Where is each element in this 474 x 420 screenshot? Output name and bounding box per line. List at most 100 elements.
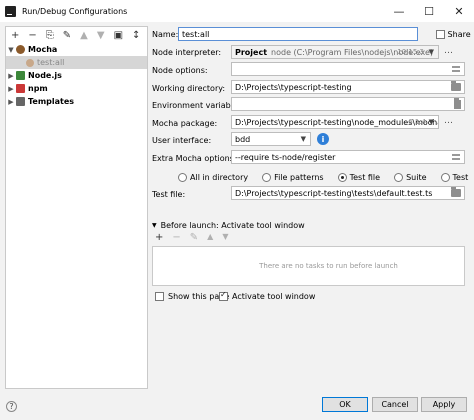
- folder-icon[interactable]: ▣: [114, 30, 123, 41]
- nodejs-icon: [16, 71, 25, 80]
- radio-circle[interactable]: [337, 173, 347, 182]
- tree-item-label: npm: [28, 84, 48, 93]
- before-launch-task-list[interactable]: There are no tasks to run before launch: [152, 246, 465, 286]
- name-label: Name:: [152, 30, 179, 39]
- tree-item-nodejs[interactable]: ▶ Node.js: [6, 69, 147, 82]
- test-file-label: Test file:: [152, 190, 186, 199]
- tree-toolbar: + − ⎘ ✎ ▲ ▼ ▣ ↕: [6, 27, 147, 43]
- user-interface-select[interactable]: bdd ▼: [231, 132, 311, 146]
- radio-test-file[interactable]: Test file: [337, 173, 380, 182]
- working-directory-value: D:\Projects\typescript-testing: [235, 82, 352, 92]
- wrench-icon[interactable]: ✎: [63, 30, 71, 41]
- before-launch-toolbar: + − ✎ ▲ ▼: [155, 232, 228, 243]
- mocha-package-select[interactable]: D:\Projects\typescript-testing\node_modu…: [231, 115, 439, 129]
- title-bar: Run/Debug Configurations — ☐ ✕: [0, 0, 474, 22]
- maximize-button[interactable]: ☐: [414, 0, 444, 22]
- node-interpreter-label: Node interpreter:: [152, 48, 222, 57]
- chevron-down-icon: ▼: [300, 135, 306, 143]
- expand-icon[interactable]: [452, 154, 460, 160]
- activate-tool-window-label: Activate tool window: [232, 292, 316, 301]
- name-input[interactable]: test:all: [178, 27, 418, 41]
- tree-item-templates[interactable]: ▶ Templates: [6, 95, 147, 108]
- chevron-down-icon[interactable]: ▼: [6, 46, 16, 54]
- add-task-icon[interactable]: +: [155, 232, 163, 243]
- cancel-button[interactable]: Cancel: [372, 397, 418, 412]
- edit-task-icon[interactable]: ✎: [190, 232, 198, 243]
- tree-item-testall[interactable]: test:all: [6, 56, 147, 69]
- chevron-down-icon: ▼: [428, 48, 434, 56]
- close-button[interactable]: ✕: [444, 0, 474, 22]
- user-interface-value: bdd: [235, 134, 251, 144]
- extra-mocha-options-label: Extra Mocha options:: [152, 154, 237, 163]
- edit-env-icon[interactable]: [454, 98, 461, 109]
- add-icon[interactable]: +: [11, 30, 19, 41]
- radio-circle[interactable]: [178, 173, 187, 182]
- extra-mocha-options-value: --require ts-node/register: [235, 152, 336, 162]
- chevron-right-icon[interactable]: ▶: [6, 85, 16, 93]
- working-directory-input[interactable]: D:\Projects\typescript-testing: [231, 80, 465, 94]
- test-config-icon: [26, 58, 34, 67]
- radio-circle[interactable]: [262, 173, 272, 182]
- tree-item-label: Mocha: [28, 45, 58, 54]
- share-checkbox[interactable]: [436, 30, 445, 39]
- move-up-icon[interactable]: ▲: [80, 30, 88, 41]
- copy-icon[interactable]: ⎘: [46, 30, 54, 41]
- share-label: Share: [447, 30, 471, 39]
- radio-suite[interactable]: Suite: [394, 173, 427, 182]
- radio-label: File patterns: [274, 173, 324, 182]
- interpreter-project-label: Project: [235, 47, 268, 57]
- extra-mocha-options-input[interactable]: --require ts-node/register: [231, 150, 465, 164]
- sort-icon[interactable]: ↕: [132, 30, 140, 41]
- test-file-input[interactable]: D:\Projects\typescript-testing\tests\def…: [231, 186, 465, 200]
- working-directory-label: Working directory:: [152, 84, 226, 93]
- more-options-icon[interactable]: …: [444, 46, 453, 56]
- window-title: Run/Debug Configurations: [22, 6, 128, 16]
- tree-item-label: Templates: [28, 97, 75, 106]
- mocha-package-version: 6.1.4: [408, 118, 426, 126]
- radio-label: Suite: [406, 173, 427, 182]
- tree-item-mocha[interactable]: ▼ Mocha: [6, 43, 147, 56]
- tree-item-label: Node.js: [28, 71, 62, 80]
- move-down-icon[interactable]: ▼: [222, 232, 228, 243]
- radio-test[interactable]: Test: [440, 173, 469, 182]
- help-button[interactable]: ?: [6, 401, 17, 412]
- mocha-icon: [16, 45, 25, 54]
- remove-task-icon[interactable]: −: [172, 232, 180, 243]
- before-launch-header[interactable]: ▼ Before launch: Activate tool window: [152, 221, 305, 230]
- chevron-down-icon: ▼: [428, 118, 434, 126]
- move-down-icon[interactable]: ▼: [97, 30, 105, 41]
- folder-icon[interactable]: [451, 187, 461, 197]
- user-interface-label: User interface:: [152, 136, 212, 145]
- before-launch-label: Before launch: Activate tool window: [160, 221, 305, 230]
- ok-button[interactable]: OK: [322, 397, 368, 412]
- remove-icon[interactable]: −: [28, 30, 36, 41]
- radio-label: Test: [452, 173, 469, 182]
- app-icon: [5, 5, 16, 17]
- tree-item-label: test:all: [37, 58, 65, 67]
- chevron-down-icon[interactable]: ▼: [152, 222, 157, 229]
- window-controls: — ☐ ✕: [384, 0, 474, 22]
- chevron-right-icon[interactable]: ▶: [6, 98, 16, 106]
- folder-icon[interactable]: [451, 81, 461, 91]
- minimize-button[interactable]: —: [384, 0, 414, 22]
- activate-tool-window-checkbox-row[interactable]: Activate tool window: [219, 290, 316, 301]
- radio-circle[interactable]: [440, 173, 450, 182]
- wrench-icon: [16, 97, 25, 106]
- radio-circle[interactable]: [394, 173, 404, 182]
- tree-item-npm[interactable]: ▶ npm: [6, 82, 147, 95]
- info-icon[interactable]: i: [317, 133, 329, 145]
- activate-tool-window-checkbox[interactable]: [219, 290, 228, 301]
- show-page-checkbox[interactable]: [155, 292, 164, 301]
- environment-variables-input[interactable]: [231, 97, 465, 111]
- share-checkbox-row[interactable]: Share: [436, 30, 471, 39]
- expand-icon[interactable]: [452, 66, 460, 72]
- move-up-icon[interactable]: ▲: [207, 232, 213, 243]
- more-options-icon[interactable]: …: [444, 116, 453, 126]
- apply-button[interactable]: Apply: [421, 397, 467, 412]
- chevron-right-icon[interactable]: ▶: [6, 72, 16, 80]
- radio-all-in-directory[interactable]: All in directory: [178, 173, 248, 182]
- node-interpreter-select[interactable]: Project node (C:\Program Files\nodejs\no…: [231, 45, 439, 59]
- node-options-input[interactable]: [231, 62, 465, 76]
- configuration-tree-pane: + − ⎘ ✎ ▲ ▼ ▣ ↕ ▼ Mocha test:all ▶ Node.…: [5, 26, 148, 389]
- radio-file-patterns[interactable]: File patterns: [262, 173, 324, 182]
